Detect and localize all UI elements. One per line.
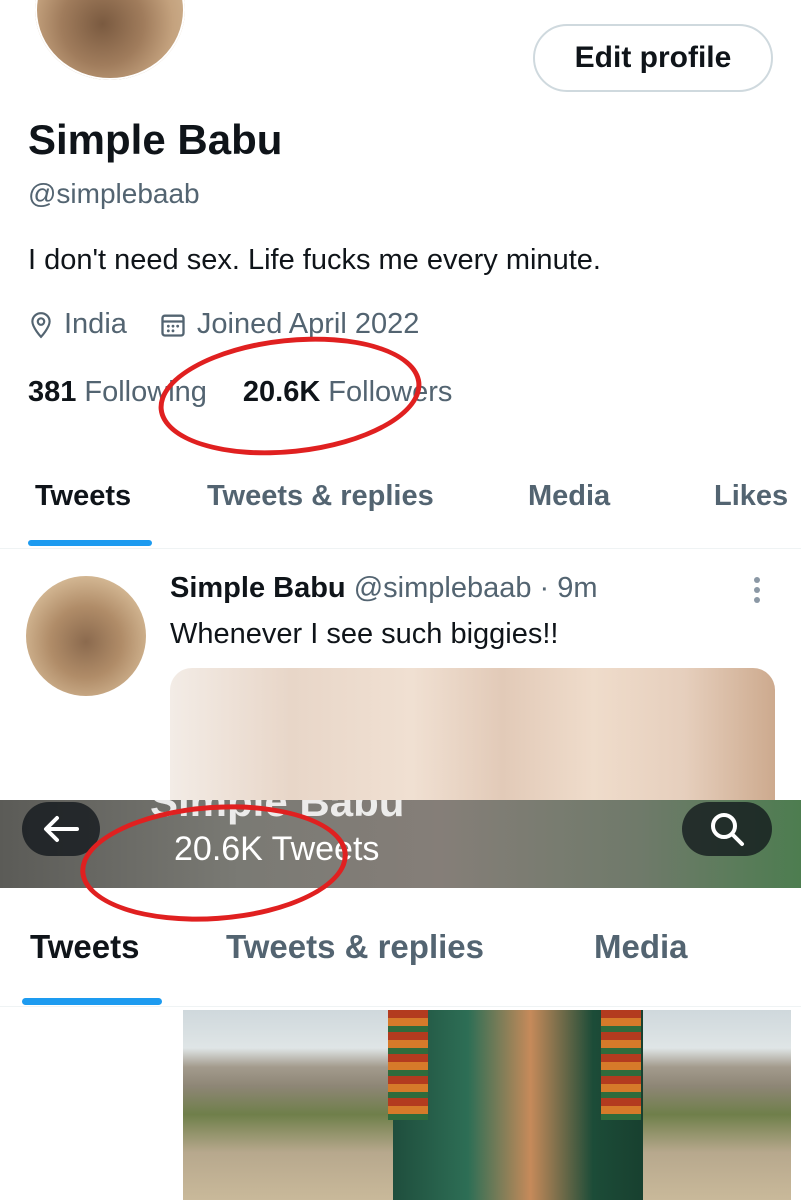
tab-tweets-replies-2[interactable]: Tweets & replies — [226, 928, 484, 966]
tweet-media-image[interactable] — [170, 668, 775, 808]
profile-bio: I don't need sex. Life fucks me every mi… — [28, 244, 601, 276]
active-tab-indicator-2 — [22, 998, 162, 1005]
edit-profile-button[interactable]: Edit profile — [533, 24, 773, 92]
back-arrow-icon — [44, 816, 79, 842]
tab-media-2[interactable]: Media — [594, 928, 688, 966]
tweet-handle-time: @simplebaab · 9m — [353, 572, 598, 604]
tweet-media-image-2[interactable] — [183, 1010, 791, 1200]
tweet-text: Whenever I see such biggies!! — [170, 618, 559, 650]
media-detail — [388, 1010, 428, 1120]
tab-tweets-replies[interactable]: Tweets & replies — [207, 480, 434, 513]
search-icon — [711, 813, 744, 846]
location-text: India — [64, 308, 127, 340]
profile-handle: @simplebaab — [28, 178, 200, 209]
location-pin-icon — [31, 311, 51, 338]
divider-2 — [0, 1006, 801, 1007]
tweet-avatar[interactable] — [26, 576, 146, 696]
divider — [0, 548, 801, 549]
highlight-circle — [152, 324, 428, 468]
back-button[interactable] — [22, 802, 100, 856]
tab-tweets-2[interactable]: Tweets — [30, 928, 139, 966]
tweet-author[interactable]: Simple Babu — [170, 572, 346, 604]
active-tab-indicator — [28, 540, 152, 546]
calendar-icon — [161, 314, 185, 337]
more-icon[interactable] — [745, 574, 769, 615]
profile-meta: India Joined April 2022 — [28, 308, 419, 341]
profile-tabs: Tweets Tweets & replies Media Likes — [0, 468, 801, 548]
profile-avatar[interactable] — [35, 0, 185, 80]
search-button[interactable] — [682, 802, 772, 856]
tab-likes[interactable]: Likes — [714, 480, 788, 513]
profile-name: Simple Babu — [28, 116, 283, 163]
following-count: 381 — [28, 376, 77, 408]
media-detail — [601, 1010, 641, 1120]
tab-media[interactable]: Media — [528, 480, 610, 513]
tab-tweets[interactable]: Tweets — [35, 480, 131, 513]
tweet-header: Simple Babu @simplebaab · 9m — [170, 572, 598, 605]
